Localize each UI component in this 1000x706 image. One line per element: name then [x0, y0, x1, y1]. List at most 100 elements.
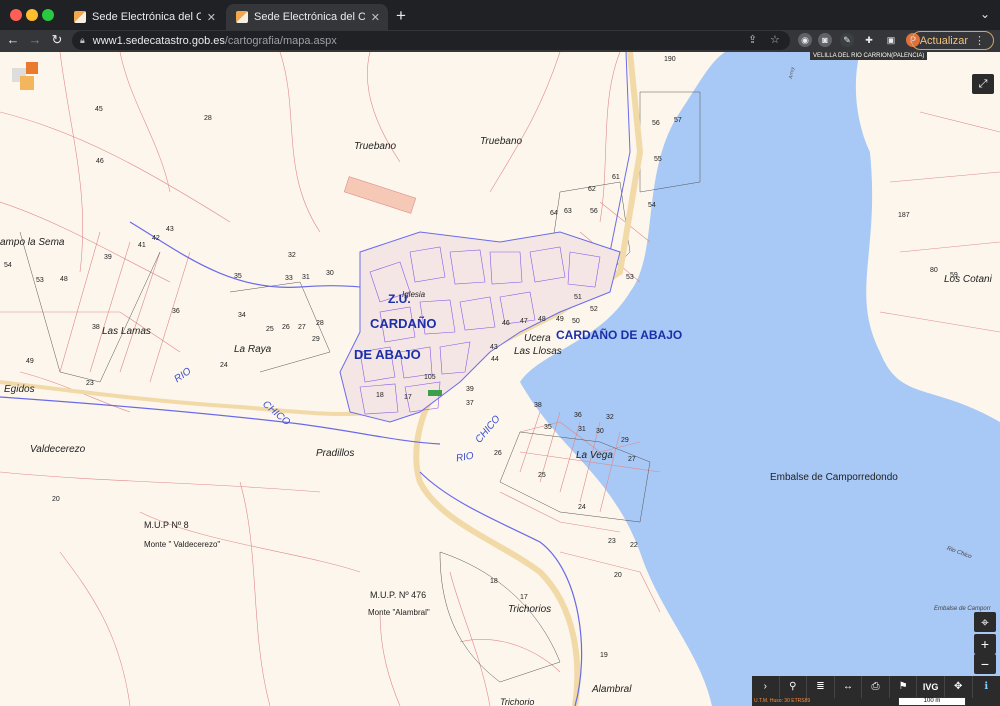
- parcel-number: 39: [104, 254, 112, 261]
- reload-icon[interactable]: ↻: [48, 32, 66, 48]
- fullscreen-icon[interactable]: ⤢: [972, 74, 994, 94]
- zoom-out-button[interactable]: −: [974, 654, 996, 674]
- tab-title: Sede Electrónica del Catastro: [92, 11, 201, 23]
- parcel-number: 29: [312, 336, 320, 343]
- bookmark-star-icon[interactable]: ☆: [770, 33, 780, 46]
- address-bar[interactable]: 🔒︎ www1.sedecatastro.gob.es/cartografia/…: [72, 31, 790, 50]
- parcel-number: 28: [204, 115, 212, 122]
- catastro-favicon-icon: [236, 11, 248, 23]
- ivg-button[interactable]: IVG: [917, 676, 945, 698]
- search-icon[interactable]: ⚲: [780, 676, 808, 698]
- expand-panel-icon[interactable]: ›: [752, 676, 780, 698]
- parcel-number: 36: [574, 412, 582, 419]
- camera-extension-icon[interactable]: ◙: [818, 33, 832, 47]
- parcel-number: 52: [590, 306, 598, 313]
- parcel-number: 30: [596, 428, 604, 435]
- parcel-number: 61: [612, 174, 620, 181]
- gps-icon[interactable]: ⚑: [890, 676, 918, 698]
- parcel-number: 26: [494, 450, 502, 457]
- place-label: Trichorios: [508, 604, 552, 615]
- parcel-number: 28: [316, 320, 324, 327]
- back-icon[interactable]: ←: [4, 32, 22, 47]
- map-toolbar: › ⚲ ≣ ↔ ⎙ ⚑ IVG ✥ ℹ: [752, 676, 1000, 698]
- parcel-number: 36: [172, 308, 180, 315]
- urban-zone-label: Z.U.: [388, 292, 411, 306]
- parcel-number: 62: [588, 186, 596, 193]
- print-icon[interactable]: ⎙: [862, 676, 890, 698]
- extension-icon[interactable]: ◉: [798, 33, 812, 47]
- update-button[interactable]: Actualizar ⋮: [910, 31, 994, 50]
- parcel-number: 64: [550, 210, 558, 217]
- parcel-number: 24: [578, 504, 586, 511]
- tab-bar: Sede Electrónica del Catastro ✕ Sede Ele…: [0, 0, 1000, 30]
- chevron-down-icon[interactable]: ⌄: [980, 7, 990, 21]
- place-label: Alambral: [592, 684, 632, 695]
- parcel-number: 26: [282, 324, 290, 331]
- place-label: Ucera: [524, 333, 551, 344]
- parcel-number: 44: [491, 356, 499, 363]
- close-tab-icon[interactable]: ✕: [371, 11, 380, 24]
- maximize-window-button[interactable]: [42, 9, 54, 21]
- parcel-number: 20: [52, 496, 60, 503]
- parcel-number: 29: [621, 437, 629, 444]
- tab-1[interactable]: Sede Electrónica del Catastro ✕: [64, 4, 224, 30]
- parcel-number: 57: [674, 117, 682, 124]
- parcel-number: 105: [424, 374, 436, 381]
- parcel-number: 30: [326, 270, 334, 277]
- parcel-number: 43: [490, 344, 498, 351]
- close-tab-icon[interactable]: ✕: [207, 11, 216, 24]
- forward-icon[interactable]: →: [26, 32, 44, 47]
- measure-icon[interactable]: ↔: [835, 676, 863, 698]
- parcel-number: 45: [95, 106, 103, 113]
- close-window-button[interactable]: [10, 9, 22, 21]
- layers-icon[interactable]: ≣: [807, 676, 835, 698]
- secondary-road: [0, 380, 381, 417]
- zoom-in-button[interactable]: +: [974, 634, 996, 654]
- cadastral-map[interactable]: Truebano Truebano ampo la Sema Las Lamas…: [0, 52, 1000, 706]
- parcel-number: 35: [544, 424, 552, 431]
- share-icon[interactable]: ⇪: [748, 33, 757, 46]
- parcel-number: 51: [574, 294, 582, 301]
- parcel-number: 190: [664, 56, 676, 63]
- minimize-window-button[interactable]: [26, 9, 38, 21]
- map-canvas: [0, 52, 1000, 706]
- url-domain: www1.sedecatastro.gob.es: [92, 34, 225, 47]
- parcel-number: 55: [654, 156, 662, 163]
- parcel-number: 32: [288, 252, 296, 259]
- parcel-number: 50: [572, 318, 580, 325]
- kebab-menu-icon[interactable]: ⋮: [974, 34, 985, 47]
- tab-2[interactable]: Sede Electrónica del Catastro ✕: [226, 4, 388, 30]
- parcel-number: 27: [628, 456, 636, 463]
- crosshair-icon[interactable]: ⌖: [974, 612, 996, 632]
- new-tab-icon[interactable]: +: [396, 6, 406, 26]
- parcel-number: 38: [534, 402, 542, 409]
- tab-title: Sede Electrónica del Catastro: [254, 11, 365, 23]
- parcel-number: 37: [466, 400, 474, 407]
- place-label: Egidos: [4, 384, 35, 395]
- parcel-number: 17: [520, 594, 528, 601]
- parcel-number: 63: [564, 208, 572, 215]
- mup-label: M.U.P Nº 8: [144, 520, 189, 530]
- share-map-icon[interactable]: ✥: [945, 676, 973, 698]
- village-name-label: DE ABAJO: [354, 347, 421, 362]
- parcel-number: 47: [520, 318, 528, 325]
- parcel-number: 25: [266, 326, 274, 333]
- puzzle-icon[interactable]: ✚: [862, 33, 876, 47]
- parcel-number: 54: [648, 202, 656, 209]
- parcel-number: 80: [930, 267, 938, 274]
- parcel-number: 49: [26, 358, 34, 365]
- parcel-number: 33: [285, 275, 293, 282]
- lock-icon: 🔒︎: [80, 35, 85, 45]
- municipality-tooltip: VELILLA DEL RIO CARRION(PALENCIA): [810, 52, 928, 60]
- parcel-number: 23: [86, 380, 94, 387]
- side-panel-icon[interactable]: ▣: [884, 33, 898, 47]
- catastro-favicon-icon: [74, 11, 86, 23]
- place-label: Pradillos: [316, 448, 355, 459]
- pen-extension-icon[interactable]: ✎: [840, 33, 854, 47]
- parcel-number: 53: [36, 277, 44, 284]
- catastro-logo: [12, 62, 38, 90]
- place-label: Valdecerezo: [30, 444, 86, 455]
- mup-label: Monte " Valdecerezo": [144, 540, 221, 549]
- info-icon[interactable]: ℹ: [973, 676, 1000, 698]
- mup-label: Monte "Alambral": [368, 608, 430, 617]
